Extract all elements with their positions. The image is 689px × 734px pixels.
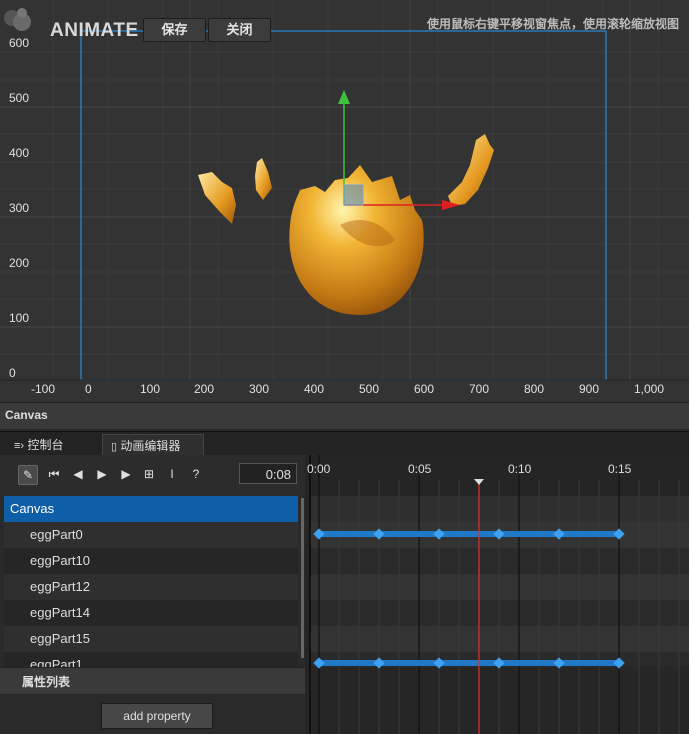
play-icon[interactable]: ▶ (93, 465, 111, 483)
timeline-marker: 0:00 (307, 462, 331, 476)
y-axis-label: 200 (9, 256, 30, 270)
canvas-status-bar: Canvas (0, 402, 689, 429)
node-item[interactable]: eggPart0 (4, 522, 298, 548)
add-keyframe-icon[interactable]: ⊞ (140, 465, 158, 483)
navigation-hint: 使用鼠标右键平移视窗焦点，使用滚轮缩放视图 (426, 17, 679, 31)
tab-animation-editor[interactable]: ▯ 动画编辑器 (102, 434, 204, 456)
property-list-header: 属性列表 (0, 667, 305, 694)
x-axis-label: 500 (359, 382, 380, 396)
node-label: eggPart0 (30, 527, 83, 542)
x-axis-label: 0 (85, 382, 92, 396)
console-icon: ≡› (14, 440, 25, 452)
scene-grid (0, 0, 689, 381)
node-list-scrollbar[interactable] (301, 498, 304, 658)
y-axis-label: 400 (9, 146, 30, 160)
node-label: eggPart10 (30, 553, 90, 568)
close-button[interactable]: 关闭 (208, 18, 271, 42)
node-label: eggPart14 (30, 605, 90, 620)
property-list-title: 属性列表 (22, 675, 71, 689)
app-title: ANIMATE (50, 20, 139, 41)
node-item[interactable]: eggPart1 (4, 652, 298, 667)
timeline-grid (309, 455, 689, 734)
current-time-field[interactable]: 0:08 (239, 463, 297, 484)
tab-animation-editor-label: 动画编辑器 (120, 439, 181, 453)
first-frame-icon[interactable]: ⏮ (45, 465, 63, 483)
y-axis-label: 100 (9, 311, 30, 325)
next-frame-icon[interactable]: ▶ (117, 465, 135, 483)
node-label: Canvas (10, 501, 55, 516)
node-label: eggPart1 (30, 657, 83, 667)
insert-icon[interactable]: I (163, 465, 181, 483)
scene-viewport[interactable]: ANIMATE 保存 关闭 使用鼠标右键平移视窗焦点，使用滚轮缩放视图 600 … (0, 0, 689, 402)
edit-icon[interactable]: ✎ (18, 465, 38, 485)
prev-frame-icon[interactable]: ◀ (69, 465, 87, 483)
timeline-panel[interactable] (305, 455, 689, 734)
x-axis-label: 1,000 (634, 382, 665, 396)
x-axis-label: 700 (469, 382, 490, 396)
x-axis-label: -100 (31, 382, 56, 396)
x-axis-label: 400 (304, 382, 325, 396)
animate-logo-icon (4, 8, 31, 31)
timeline-marker: 0:10 (508, 462, 532, 476)
animation-editor-icon: ▯ (111, 441, 118, 453)
add-property-button[interactable]: add property (101, 703, 213, 729)
y-axis-label: 300 (9, 201, 30, 215)
node-label: eggPart12 (30, 579, 90, 594)
x-axis-label: 200 (194, 382, 215, 396)
node-item[interactable]: Canvas (4, 496, 298, 522)
node-item[interactable]: eggPart15 (4, 626, 298, 652)
save-button[interactable]: 保存 (143, 18, 206, 42)
y-axis-label: 600 (9, 36, 30, 50)
timeline-marker: 0:15 (608, 462, 632, 476)
y-axis-label: 500 (9, 91, 30, 105)
timeline-marker: 0:05 (408, 462, 432, 476)
node-item[interactable]: eggPart14 (4, 600, 298, 626)
node-item[interactable]: eggPart10 (4, 548, 298, 574)
x-axis-label: 900 (579, 382, 600, 396)
help-icon[interactable]: ? (187, 465, 205, 483)
canvas-label: Canvas (5, 408, 48, 422)
node-label: eggPart15 (30, 631, 90, 646)
node-item[interactable]: eggPart12 (4, 574, 298, 600)
panel-tabs: ≡› 控制台 ▯ 动画编辑器 (0, 431, 689, 456)
x-axis-label: 100 (140, 382, 161, 396)
tab-console-label: 控制台 (27, 438, 64, 452)
x-axis-label: 600 (414, 382, 435, 396)
y-axis-label: 0 (9, 366, 16, 380)
x-axis-label: 300 (249, 382, 270, 396)
tab-console[interactable]: ≡› 控制台 (6, 434, 71, 456)
x-axis-label: 800 (524, 382, 545, 396)
